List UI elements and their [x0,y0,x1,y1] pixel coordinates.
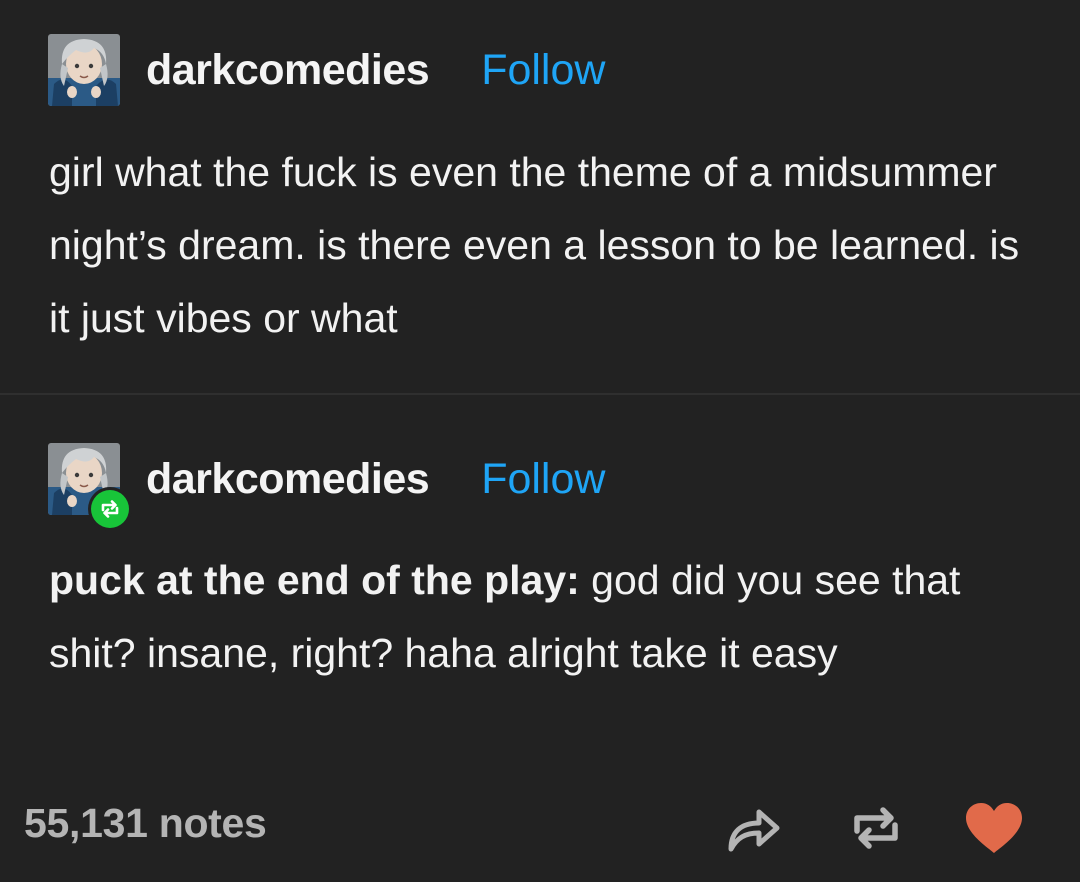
avatar-image [48,34,120,106]
share-button[interactable] [722,796,786,860]
reblog-badge-icon [101,500,119,518]
share-icon [728,809,780,852]
reblog-text-bold: puck at the end of the play: [49,557,580,603]
post-divider [0,393,1080,395]
reblog-header: darkcomedies Follow [48,443,605,531]
reblog-avatar[interactable] [48,443,132,531]
reblog-button[interactable] [844,796,908,860]
reblog-icon [854,807,898,849]
follow-button[interactable]: Follow [481,46,605,95]
original-post: darkcomedies Follow girl what the fuck i… [0,0,1080,393]
notes-count[interactable]: 55,131 notes [24,800,267,847]
post-text: girl what the fuck is even the theme of … [49,149,1020,341]
avatar[interactable] [48,34,120,106]
heart-icon [966,803,1022,853]
post-author-name[interactable]: darkcomedies [146,46,430,95]
reblog-text: puck at the end of the play: god did you… [49,544,1049,690]
post-header: darkcomedies Follow [48,34,605,106]
reblog-author-name[interactable]: darkcomedies [146,455,430,504]
reblog-badge [88,487,132,531]
reblog-follow-button[interactable]: Follow [481,455,605,504]
post-footer: 55,131 notes [0,790,1080,870]
like-button[interactable] [962,796,1026,860]
